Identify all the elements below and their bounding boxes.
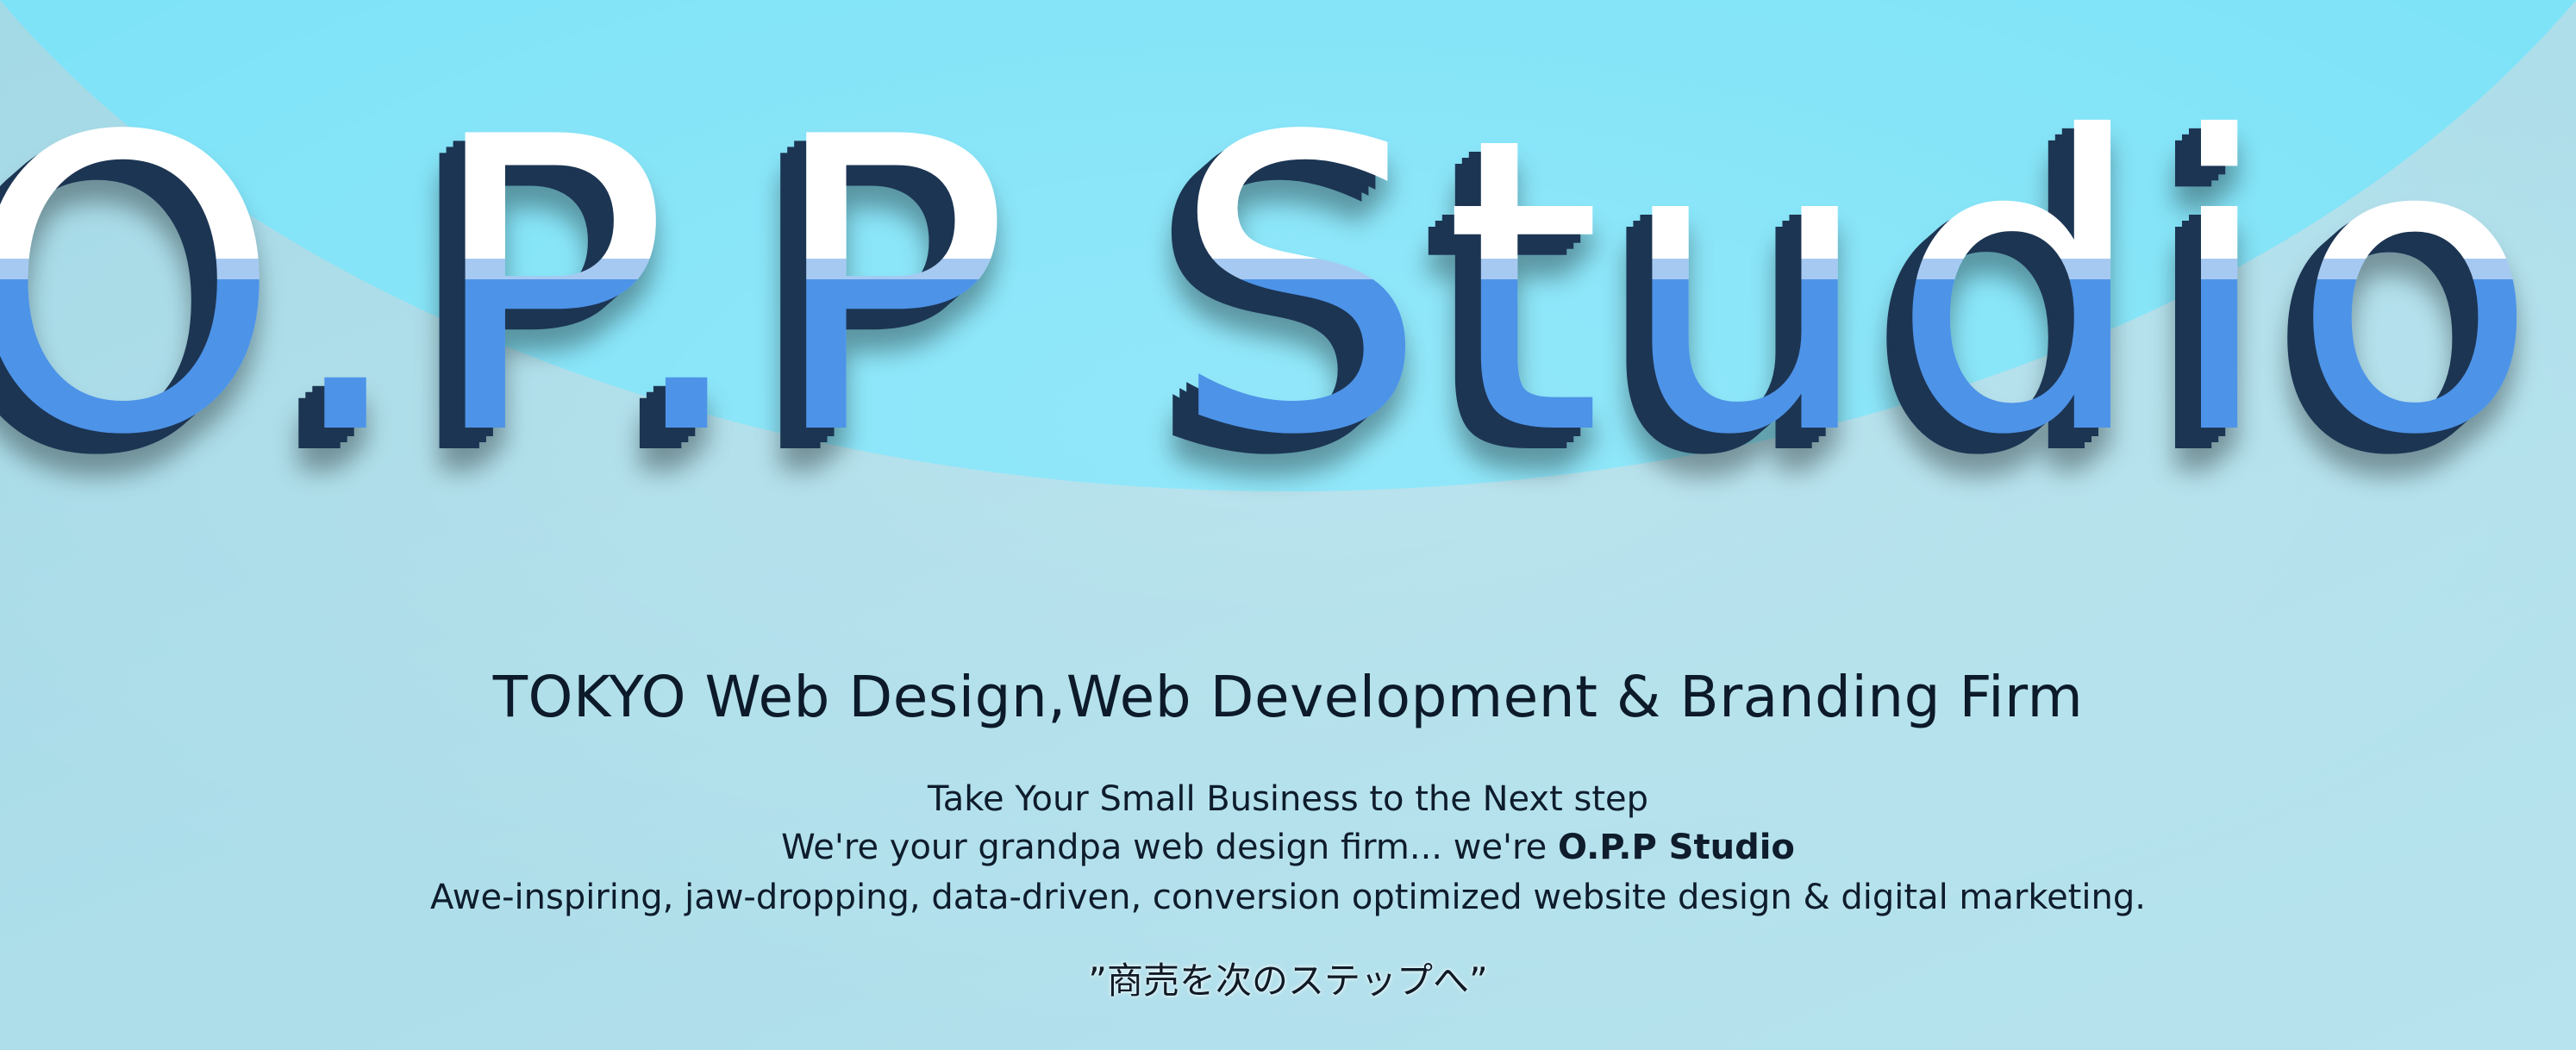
site-logo[interactable]: O.P.P Studio O.P.P Studio O.P.P Studio O… bbox=[0, 0, 2576, 552]
tagline: TOKYO Web Design,Web Development & Brand… bbox=[492, 664, 2084, 730]
brand-name: O.P.P Studio bbox=[1557, 828, 1795, 867]
intro-line-1: Take Your Small Business to the Next ste… bbox=[927, 779, 1649, 819]
logo-text-main: O.P.P Studio bbox=[0, 52, 2554, 523]
intro-line-3: Awe-inspiring, jaw-dropping, data-driven… bbox=[430, 878, 2146, 917]
hero-section: O.P.P Studio O.P.P Studio O.P.P Studio O… bbox=[0, 0, 2576, 1050]
intro-line-2-text: We're your grandpa web design firm... we… bbox=[781, 828, 1558, 867]
intro-line-2: We're your grandpa web design firm... we… bbox=[0, 828, 2576, 867]
japanese-slogan: ”商売を次のステップへ” bbox=[1088, 959, 1488, 1002]
